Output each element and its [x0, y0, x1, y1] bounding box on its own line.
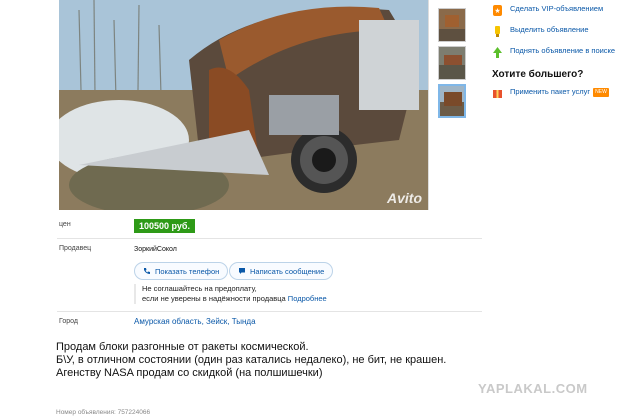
ad-description: Продам блоки разгонные от ракеты космиче…: [56, 341, 446, 380]
package-icon: [493, 90, 502, 98]
price-value: 100500 руб.: [134, 219, 195, 233]
city-label: Город: [59, 318, 78, 325]
divider: [57, 238, 482, 239]
chat-bubble-icon: [239, 268, 245, 274]
highlight-ad-label: Выделить объявление: [510, 25, 589, 34]
thumbnail[interactable]: [438, 46, 466, 80]
ad-number: Номер объявления: 757224066: [56, 409, 151, 416]
vip-ad-link[interactable]: ★ Сделать VIP-объявлением: [492, 4, 637, 17]
phone-icon: [144, 268, 150, 274]
seller-name[interactable]: ЗоркийСокол: [134, 246, 177, 253]
yaplakal-watermark: YAPLAKAL.COM: [478, 381, 588, 396]
more-link[interactable]: Подробнее: [288, 294, 327, 303]
rocket-wreck-image: [59, 0, 428, 210]
highlight-icon: [495, 26, 500, 37]
apply-package-label: Применить пакет услуг NEW: [510, 87, 609, 97]
apply-package-link[interactable]: Применить пакет услуг NEW: [492, 87, 637, 100]
thumbnail-active[interactable]: [438, 84, 466, 118]
raise-ad-link[interactable]: Поднять объявление в поиске: [492, 46, 637, 59]
price-label: цен: [59, 221, 71, 228]
avito-watermark: Avito: [387, 190, 422, 206]
description-line: Б\У, в отличном состоянии (один раз ката…: [56, 354, 447, 366]
thumbnail[interactable]: [438, 8, 466, 42]
raise-ad-label: Поднять объявление в поиске: [510, 46, 616, 55]
warning-line-2: если не уверены в надёжности продавца По…: [142, 294, 327, 303]
highlight-ad-link[interactable]: Выделить объявление: [492, 25, 637, 38]
show-phone-label: Показать телефон: [155, 266, 220, 276]
write-message-button[interactable]: Написать сообщение: [229, 262, 334, 280]
city-value[interactable]: Амурская область, Зейск, Тында: [134, 317, 256, 326]
write-message-label: Написать сообщение: [250, 266, 325, 276]
svg-text:★: ★: [494, 7, 500, 15]
description-line: Продам блоки разгонные от ракеты космиче…: [56, 341, 309, 353]
thumbnail-strip: [438, 8, 468, 122]
vip-ad-label: Сделать VIP-объявлением: [510, 4, 604, 13]
main-photo[interactable]: Avito: [59, 0, 429, 210]
description-line: Агенству NASA продам со скидкой (на полш…: [56, 367, 323, 379]
vip-star-icon: ★: [493, 5, 502, 16]
new-badge: NEW: [593, 87, 609, 97]
raise-arrow-icon: [493, 47, 502, 58]
divider: [57, 311, 482, 312]
prepayment-warning: Не соглашайтесь на предоплату, если не у…: [134, 284, 382, 304]
services-sidebar: ★ Сделать VIP-объявлением Выделить объяв…: [492, 4, 637, 108]
upsell-heading: Хотите большего?: [492, 69, 584, 80]
seller-label: Продавец: [59, 245, 92, 252]
show-phone-button[interactable]: Показать телефон: [134, 262, 229, 280]
warning-line-1: Не соглашайтесь на предоплату,: [142, 284, 257, 293]
